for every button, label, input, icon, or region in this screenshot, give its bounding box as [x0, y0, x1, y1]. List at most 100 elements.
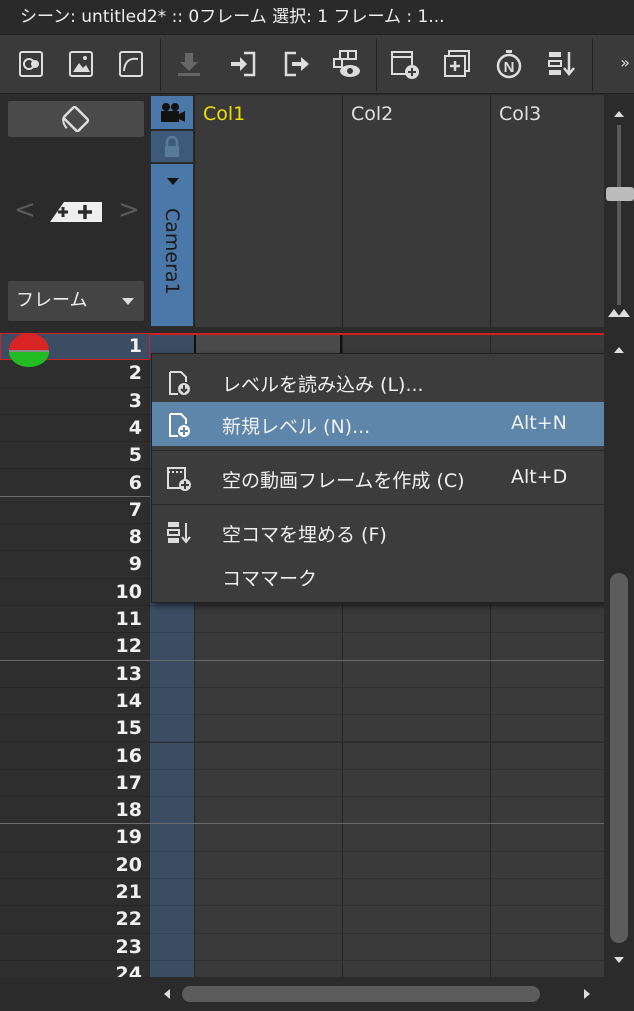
table-row[interactable]: 19 [0, 824, 604, 852]
vertical-scroll-thumb[interactable] [610, 573, 628, 943]
table-row[interactable]: 11 [0, 606, 604, 634]
camera-name-tab[interactable]: Camera1 [151, 164, 193, 326]
xsheet-cell[interactable] [342, 933, 490, 961]
xsheet-cell[interactable] [490, 742, 604, 770]
shape-icon[interactable] [114, 47, 148, 81]
xsheet-cell[interactable] [342, 769, 490, 798]
xsheet-cell[interactable] [342, 715, 490, 743]
xsheet-cell[interactable] [194, 715, 342, 743]
menu-item-new-level[interactable]: 新規レベル (N)... Alt+N [152, 402, 632, 446]
xsheet-cell[interactable] [342, 879, 490, 907]
table-row[interactable]: 18 [0, 797, 604, 825]
camera-cell[interactable] [150, 606, 194, 634]
table-row[interactable]: 12 [0, 633, 604, 661]
onion-skin-marker[interactable] [8, 333, 50, 367]
xsheet-cell[interactable] [342, 660, 490, 688]
table-row[interactable]: 23 [0, 933, 604, 961]
xsheet-cell[interactable] [194, 960, 342, 977]
xsheet-cell[interactable] [490, 715, 604, 743]
camera-cell[interactable] [150, 742, 194, 770]
table-row[interactable]: 15 [0, 715, 604, 743]
duplicate-icon[interactable] [440, 47, 474, 81]
table-row[interactable]: 13 [0, 660, 604, 688]
xsheet-cell[interactable] [342, 960, 490, 977]
column-header-col2[interactable]: Col2 [342, 95, 490, 327]
xsheet-cell[interactable] [490, 824, 604, 852]
timer-n-icon[interactable]: N [492, 47, 526, 81]
xsheet-cell[interactable] [490, 960, 604, 977]
xsheet-cell[interactable] [490, 633, 604, 661]
xsheet-cell[interactable] [490, 879, 604, 907]
xsheet-cell[interactable] [194, 933, 342, 961]
table-row[interactable]: 14 [0, 687, 604, 716]
table-row[interactable]: 16 [0, 742, 604, 770]
menu-item-frame-mark[interactable]: コママーク [152, 554, 632, 598]
horizontal-scroll-thumb[interactable] [182, 986, 540, 1002]
camera-cell[interactable] [150, 960, 194, 977]
xsheet-cell[interactable] [490, 906, 604, 934]
scene-cast-icon[interactable] [14, 47, 48, 81]
table-row[interactable]: 24 [0, 960, 604, 977]
xsheet-cell[interactable] [490, 769, 604, 798]
lock-icon[interactable] [151, 131, 193, 162]
camera-cell[interactable] [150, 687, 194, 716]
menu-item-create-blank-frame[interactable]: 空の動画フレームを作成 (C) Alt+D [152, 456, 632, 500]
table-row[interactable]: 20 [0, 851, 604, 879]
xsheet-cell[interactable] [194, 851, 342, 879]
xsheet-cell[interactable] [342, 606, 490, 634]
export-icon[interactable] [280, 47, 314, 81]
new-frame-icon[interactable] [388, 47, 422, 81]
header-scrollbar[interactable] [604, 95, 634, 327]
xsheet-cell[interactable] [194, 824, 342, 852]
xsheet-cell[interactable] [194, 687, 342, 716]
xsheet-cell[interactable] [342, 797, 490, 825]
xsheet-cell[interactable] [342, 906, 490, 934]
image-icon[interactable] [64, 47, 98, 81]
camera-cell[interactable] [150, 906, 194, 934]
xsheet-cell[interactable] [342, 687, 490, 716]
camera-cell[interactable] [150, 797, 194, 825]
next-level-button[interactable]: > [118, 195, 140, 225]
toolbar-more-button[interactable]: » [620, 53, 630, 72]
camera-cell[interactable] [150, 851, 194, 879]
table-row[interactable]: 21 [0, 879, 604, 907]
vertical-scrollbar[interactable] [604, 333, 634, 977]
xsheet-cell[interactable] [490, 851, 604, 879]
xsheet-cell[interactable] [342, 851, 490, 879]
horizontal-scrollbar[interactable] [150, 977, 604, 1011]
column-header-col1[interactable]: Col1 [194, 95, 342, 327]
xsheet-cell[interactable] [194, 660, 342, 688]
camera-cell[interactable] [150, 633, 194, 661]
xsheet-cell[interactable] [194, 742, 342, 770]
camera-toggle-button[interactable] [8, 101, 144, 137]
xsheet-cell[interactable] [342, 824, 490, 852]
xsheet-cell[interactable] [194, 769, 342, 798]
import-icon[interactable] [226, 47, 260, 81]
frame-display-select[interactable]: フレーム [8, 281, 144, 321]
xsheet-cell[interactable] [490, 933, 604, 961]
xsheet-cell[interactable] [490, 660, 604, 688]
camera-cell[interactable] [150, 824, 194, 852]
menu-item-load-level[interactable]: レベルを読み込み (L)... [152, 360, 632, 404]
xsheet-cell[interactable] [194, 633, 342, 661]
xsheet-cell[interactable] [490, 797, 604, 825]
prev-level-button[interactable]: < [14, 195, 36, 225]
camera-toggle-icon[interactable] [151, 96, 193, 129]
table-row[interactable]: 22 [0, 906, 604, 934]
camera-cell[interactable] [150, 715, 194, 743]
xsheet-cell[interactable] [490, 687, 604, 716]
camera-cell[interactable] [150, 879, 194, 907]
camera-cell[interactable] [150, 660, 194, 688]
menu-item-fill-empty[interactable]: 空コマを埋める (F) [152, 510, 632, 554]
xsheet-cell[interactable] [194, 906, 342, 934]
fill-empty-icon[interactable] [544, 47, 578, 81]
column-header-col3[interactable]: Col3 [490, 95, 604, 327]
xsheet-cell[interactable] [194, 797, 342, 825]
xsheet-cell[interactable] [194, 879, 342, 907]
preview-icon[interactable] [330, 47, 364, 81]
xsheet-cell[interactable] [194, 606, 342, 634]
xsheet-cell[interactable] [490, 606, 604, 634]
camera-cell[interactable] [150, 769, 194, 798]
table-row[interactable]: 17 [0, 769, 604, 798]
xsheet-cell[interactable] [342, 742, 490, 770]
